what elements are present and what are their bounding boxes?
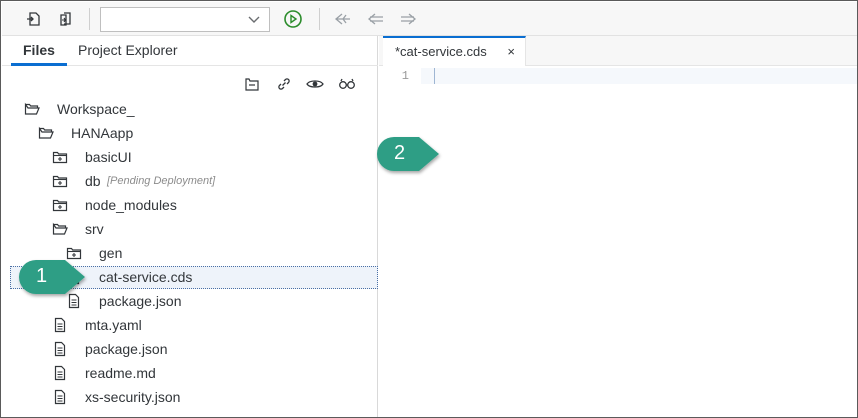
toolbar-separator: [89, 8, 90, 30]
tree-item-label: HANAapp: [71, 125, 134, 141]
active-tab-indicator: [11, 63, 67, 66]
search-icon[interactable]: [337, 74, 357, 94]
toolbar: [2, 2, 857, 36]
callout-1-number: 1: [36, 265, 48, 287]
folder-open-icon: [52, 221, 68, 237]
folder-icon: [52, 149, 68, 165]
current-line-highlight: [421, 68, 857, 84]
callout-1: 1: [17, 258, 91, 296]
editor-tab-label: *cat-service.cds: [395, 44, 487, 59]
tree-file-item[interactable]: mta.yaml: [2, 314, 378, 336]
ide-window: Files Project Explorer Workspace_ HANAapp…: [0, 0, 858, 418]
tree-folder-item[interactable]: db [Pending Deployment]: [2, 170, 378, 192]
editor-tab-bar: *cat-service.cds ×: [379, 36, 857, 66]
tree-item-label: mta.yaml: [85, 317, 142, 333]
forward-icon[interactable]: [396, 8, 420, 30]
file-icon: [52, 389, 68, 405]
show-hidden-icon[interactable]: [305, 74, 325, 94]
folder-open-icon: [38, 125, 54, 141]
panel-tabs: Files Project Explorer: [2, 36, 378, 66]
tree-item-label: package.json: [99, 293, 182, 309]
link-icon[interactable]: [274, 74, 294, 94]
tree-item-label: cat-service.cds: [99, 269, 193, 285]
tree-item-label: node_modules: [85, 197, 177, 213]
tree-folder-item[interactable]: Workspace_: [2, 98, 378, 120]
tree-file-item[interactable]: xs-security.json: [2, 386, 378, 408]
tree-item-label: basicUI: [85, 149, 132, 165]
tree-folder-item[interactable]: HANAapp: [2, 122, 378, 144]
new-file-icon[interactable]: [22, 8, 46, 30]
tree-folder-item[interactable]: srv: [2, 218, 378, 240]
toolbar-separator: [319, 8, 320, 30]
callout-2-shape: [377, 137, 439, 171]
callout-2-number: 2: [394, 142, 406, 164]
tab-project-explorer[interactable]: Project Explorer: [78, 42, 178, 58]
tree-item-label: srv: [85, 221, 104, 237]
line-number: 1: [401, 69, 409, 83]
run-configuration-select[interactable]: [100, 7, 270, 32]
tree-item-label: db: [85, 173, 101, 189]
line-number-gutter: 1: [379, 66, 421, 417]
tree-file-item[interactable]: package.json: [2, 338, 378, 360]
editor-tab-cat-service[interactable]: *cat-service.cds ×: [383, 36, 526, 66]
folder-icon: [52, 173, 68, 189]
file-explorer-panel: Files Project Explorer Workspace_ HANAapp…: [2, 36, 378, 417]
tab-files[interactable]: Files: [23, 42, 55, 58]
folder-icon: [52, 197, 68, 213]
file-icon: [52, 317, 68, 333]
tree-item-label: gen: [99, 245, 123, 261]
text-caret: [434, 68, 435, 84]
tree-item-label: xs-security.json: [85, 389, 181, 405]
close-icon[interactable]: ×: [507, 44, 515, 59]
import-icon[interactable]: [54, 8, 78, 30]
tree-folder-item[interactable]: node_modules: [2, 194, 378, 216]
folder-open-icon: [24, 101, 40, 117]
tree-item-label: Workspace_: [57, 101, 135, 117]
tree-item-label: package.json: [85, 341, 168, 357]
previous-change-icon[interactable]: [331, 8, 355, 30]
deployment-status-note: [Pending Deployment]: [107, 175, 216, 187]
chevron-down-icon: [247, 12, 261, 29]
tree-folder-item[interactable]: basicUI: [2, 146, 378, 168]
back-icon[interactable]: [364, 8, 388, 30]
tree-file-item[interactable]: readme.md: [2, 362, 378, 384]
callout-2: 2: [375, 135, 449, 173]
run-icon[interactable]: [281, 8, 305, 30]
file-icon: [52, 341, 68, 357]
callout-1-shape: [19, 260, 85, 294]
collapse-all-icon[interactable]: [242, 74, 262, 94]
file-icon: [52, 365, 68, 381]
tree-item-label: readme.md: [85, 365, 156, 381]
code-editor[interactable]: *cat-service.cds × 1: [379, 36, 857, 417]
